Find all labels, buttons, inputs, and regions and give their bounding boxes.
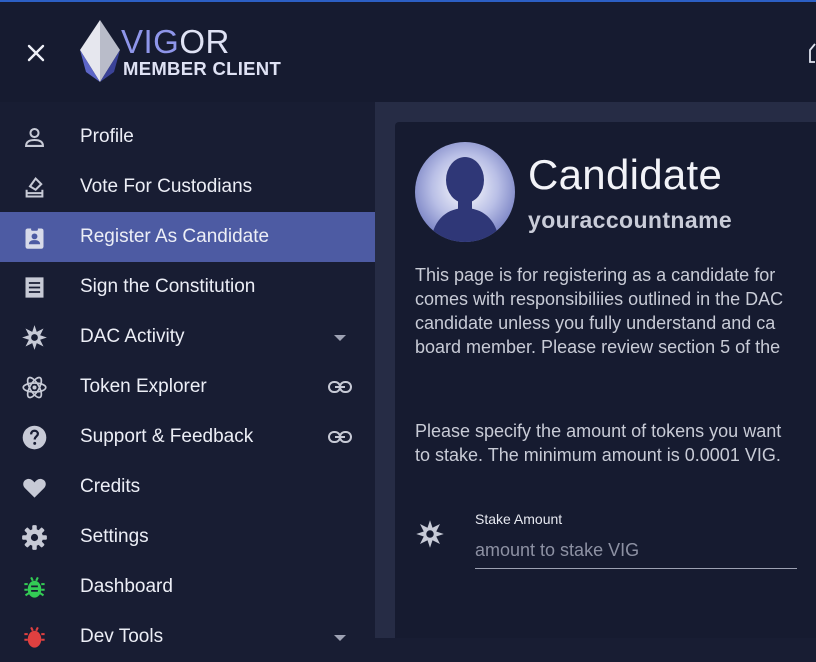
heart-icon <box>21 474 48 501</box>
sidebar-item-sign-the-constitution[interactable]: Sign the Constitution <box>0 262 375 312</box>
logo-diamond-icon <box>80 20 120 82</box>
sidebar-item-dac-activity[interactable]: DAC Activity <box>0 312 375 362</box>
atom-icon <box>21 374 48 401</box>
sidebar-item-label: Register As Candidate <box>80 226 270 247</box>
person-icon <box>21 124 48 151</box>
intro-line: board member. Please review section 5 of… <box>415 337 781 357</box>
logo-subtitle: MEMBER CLIENT <box>123 58 282 79</box>
sidebar-item-profile[interactable]: Profile <box>0 112 375 162</box>
translate-icon[interactable] <box>806 42 816 69</box>
main-panel: Candidate youraccountname This page is f… <box>375 102 816 638</box>
sidebar-item-register-as-candidate[interactable]: Register As Candidate <box>0 212 375 262</box>
sidebar: Profile Vote For Custodians Register As … <box>0 102 375 648</box>
sidebar-item-label: Settings <box>80 526 149 547</box>
starburst-icon <box>21 324 48 351</box>
link-icon[interactable] <box>327 376 353 398</box>
intro-line: This page is for registering as a candid… <box>415 265 776 285</box>
link-icon[interactable] <box>327 426 353 448</box>
candidate-card: Candidate youraccountname This page is f… <box>395 122 816 638</box>
sidebar-item-label: Support & Feedback <box>80 426 254 447</box>
vigor-logo: VIGOR MEMBER CLIENT <box>80 20 290 84</box>
close-icon[interactable] <box>22 39 50 67</box>
intro-text: This page is for registering as a candid… <box>415 263 816 359</box>
sidebar-item-token-explorer[interactable]: Token Explorer <box>0 362 375 412</box>
sidebar-item-label: DAC Activity <box>80 326 185 347</box>
starburst-icon <box>415 519 445 549</box>
sidebar-item-vote-for-custodians[interactable]: Vote For Custodians <box>0 162 375 212</box>
sidebar-item-label: Dashboard <box>80 576 173 597</box>
logo-title: VIGOR <box>121 23 230 60</box>
sidebar-item-label: Sign the Constitution <box>80 276 256 297</box>
sidebar-item-dashboard[interactable]: Dashboard <box>0 562 375 612</box>
bug-icon <box>21 574 48 601</box>
sidebar-item-credits[interactable]: Credits <box>0 462 375 512</box>
document-icon <box>21 274 48 301</box>
avatar <box>415 142 515 242</box>
help-icon <box>21 424 48 451</box>
sidebar-item-dev-tools[interactable]: Dev Tools <box>0 612 375 662</box>
intro-line: candidate unless you fully understand an… <box>415 313 776 333</box>
vote-icon <box>21 174 48 201</box>
sidebar-item-label: Profile <box>80 126 134 147</box>
sidebar-item-settings[interactable]: Settings <box>0 512 375 562</box>
sidebar-item-label: Token Explorer <box>80 376 207 397</box>
badge-icon <box>21 224 48 251</box>
account-name: youraccountname <box>528 207 733 233</box>
page-title: Candidate <box>528 151 723 198</box>
gear-icon <box>21 524 48 551</box>
stake-instructions: Please specify the amount of tokens you … <box>415 421 782 465</box>
intro-line: comes with responsibiliies outlined in t… <box>415 289 784 309</box>
sidebar-item-label: Credits <box>80 476 141 497</box>
sidebar-item-label: Dev Tools <box>80 626 164 647</box>
chevron-down-icon[interactable] <box>327 326 353 348</box>
stake-amount-input[interactable] <box>475 532 797 569</box>
sidebar-item-support-feedback[interactable]: Support & Feedback <box>0 412 375 462</box>
sidebar-item-label: Vote For Custodians <box>80 176 253 197</box>
app-header: VIGOR MEMBER CLIENT <box>0 2 816 102</box>
chevron-down-icon[interactable] <box>327 626 353 648</box>
stake-amount-label: Stake Amount <box>475 511 563 527</box>
